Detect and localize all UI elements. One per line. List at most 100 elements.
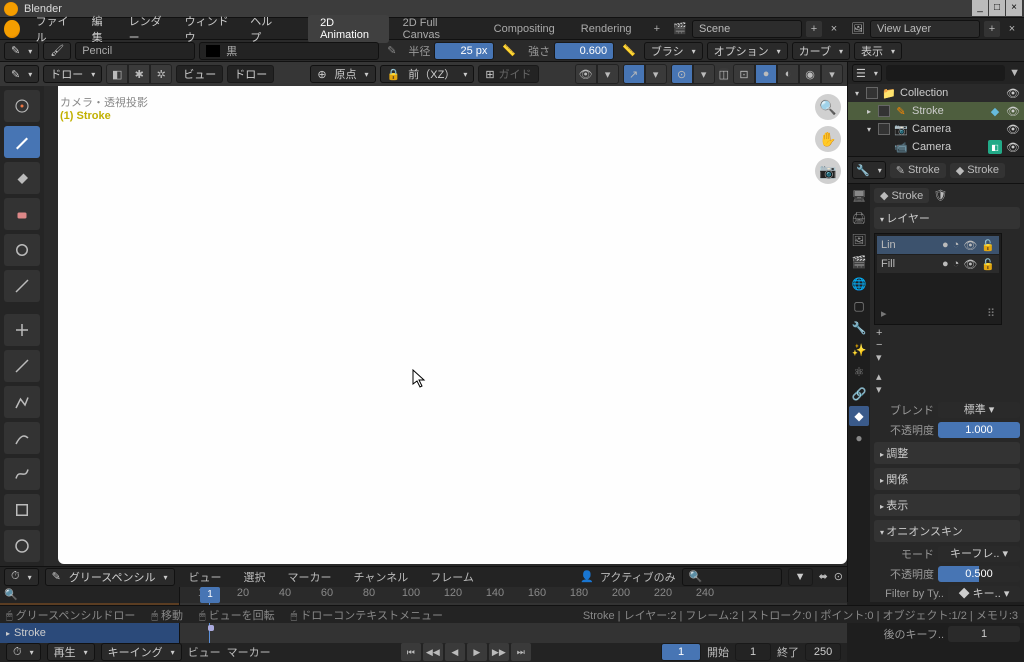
tl-channel-menu[interactable]: チャンネル xyxy=(346,569,417,585)
shading-solid-button[interactable]: ● xyxy=(755,64,777,84)
end-frame-field[interactable]: 250 xyxy=(805,643,841,661)
tl-select-menu[interactable]: 選択 xyxy=(236,569,274,585)
mode-selector[interactable]: ✎ xyxy=(4,42,39,60)
pressure-radius-icon[interactable]: 📏 xyxy=(502,44,516,57)
menu-file[interactable]: ファイル xyxy=(28,13,82,45)
layer-play-icon[interactable]: ▸ xyxy=(881,307,887,320)
tl-proportional-icon[interactable]: ⊙ xyxy=(834,570,843,583)
gp-mode-selector[interactable]: ✎グリースペンシル xyxy=(45,568,175,586)
onion-filter-value[interactable]: ◆ キー.. ▾ xyxy=(948,586,1020,602)
tab-world[interactable]: 🌐 xyxy=(849,274,869,294)
mask-icon[interactable]: ● xyxy=(942,258,949,271)
outliner-item-camera-data[interactable]: 📹 Camera ◧ 👁 xyxy=(848,138,1024,156)
onion-icon[interactable]: ◔ xyxy=(953,258,960,271)
tab-scene[interactable]: 🎬 xyxy=(849,252,869,272)
camera-gizmo[interactable]: 📷 xyxy=(815,158,841,184)
breadcrumb-data[interactable]: ◆Stroke xyxy=(950,163,1005,178)
menu-render[interactable]: レンダー xyxy=(121,13,175,45)
outliner-item-stroke[interactable]: ▸ ✎ Stroke ◆ 👁 xyxy=(848,102,1024,120)
hide-icon[interactable]: 👁 xyxy=(963,239,977,252)
add-workspace-button[interactable]: + xyxy=(646,23,668,35)
display-panel[interactable]: 表示 xyxy=(874,494,1020,516)
close-button[interactable]: × xyxy=(1006,0,1022,16)
adjust-panel[interactable]: 調整 xyxy=(874,442,1020,464)
view-menu[interactable]: ビュー xyxy=(176,65,223,83)
play-reverse-button[interactable]: ◀ xyxy=(445,643,465,661)
viewlayer-delete-button[interactable]: × xyxy=(1004,21,1020,37)
show-dropdown[interactable]: 表示 xyxy=(854,42,902,60)
tab-data[interactable]: ◆ xyxy=(849,406,869,426)
item-checkbox[interactable] xyxy=(878,105,890,117)
hide-icon[interactable]: 👁 xyxy=(963,258,977,271)
brush-preset[interactable]: 🖌 xyxy=(43,42,71,60)
draw-mode-menu[interactable]: ドロー xyxy=(43,65,102,83)
color-field[interactable]: 黒 xyxy=(199,42,379,60)
tab-output[interactable]: 🖨 xyxy=(849,208,869,228)
onion-after-value[interactable]: 1 xyxy=(948,626,1020,642)
stroke-channel[interactable]: Stroke xyxy=(0,623,179,643)
guide-toggle[interactable]: ⊞ガイド xyxy=(478,65,538,83)
layer-mode-3-button[interactable]: ✲ xyxy=(150,64,172,84)
tl-filter-button[interactable]: ▼ xyxy=(788,568,813,586)
tab-physics[interactable]: ⚛ xyxy=(849,362,869,382)
tl-marker2-menu[interactable]: マーカー xyxy=(227,644,271,660)
play-button[interactable]: ▶ xyxy=(467,643,487,661)
scene-selector[interactable]: Scene xyxy=(692,20,802,38)
blender-logo-icon[interactable] xyxy=(4,20,20,38)
curve-tool[interactable] xyxy=(4,458,40,490)
shading-wireframe-button[interactable]: ⊡ xyxy=(733,64,755,84)
layer-menu-button[interactable]: ▾ xyxy=(876,351,1000,364)
lock-icon[interactable]: 🔓 xyxy=(981,239,995,252)
tl-frame-menu[interactable]: フレーム xyxy=(422,569,482,585)
onion-icon[interactable]: ◔ xyxy=(953,239,960,252)
playback-menu[interactable]: 再生 xyxy=(47,643,95,661)
timeline-type-selector[interactable]: ⏱ xyxy=(4,568,39,586)
overlay-caret[interactable]: ▾ xyxy=(693,64,715,84)
origin-selector[interactable]: ⊕原点 xyxy=(310,65,375,83)
tl-marker-menu[interactable]: マーカー xyxy=(280,569,340,585)
cutter-tool[interactable] xyxy=(4,270,40,302)
overlay-toggle-button[interactable]: ⊙ xyxy=(671,64,693,84)
viewlayer-selector[interactable]: View Layer xyxy=(870,20,980,38)
outliner-type[interactable]: ☰ xyxy=(852,64,882,82)
active-only-icon[interactable]: 👤 xyxy=(580,570,594,583)
data-name-field[interactable]: ◆Stroke xyxy=(874,188,929,203)
layer-up-button[interactable]: ▴ xyxy=(876,370,1000,383)
mask-icon[interactable]: ● xyxy=(942,239,949,252)
tl-view-menu[interactable]: ビュー xyxy=(181,569,230,585)
circle-tool[interactable] xyxy=(4,530,40,562)
item-checkbox[interactable] xyxy=(878,123,890,135)
jump-end-button[interactable]: ⏭ xyxy=(511,643,531,661)
tl-search[interactable]: 🔍 xyxy=(682,568,782,586)
plane-selector[interactable]: 🔒前（XZ） xyxy=(380,65,475,83)
start-frame-field[interactable]: 1 xyxy=(735,643,771,661)
layer-mode-1-button[interactable]: ◧ xyxy=(106,64,128,84)
pressure-strength-icon[interactable]: 📏 xyxy=(622,44,636,57)
menu-window[interactable]: ウィンドウ xyxy=(177,13,241,45)
selectability-button[interactable]: 👁 xyxy=(575,64,597,84)
gizmo-toggle-button[interactable]: ↗ xyxy=(623,64,645,84)
editor-type-selector[interactable]: ✎ xyxy=(4,65,39,83)
arc-tool[interactable] xyxy=(4,422,40,454)
outliner-filter-button[interactable]: ▼ xyxy=(1009,67,1020,79)
onion-panel[interactable]: オニオンスキン xyxy=(874,520,1020,542)
selectability-caret[interactable]: ▾ xyxy=(597,64,619,84)
curve-dropdown[interactable]: カーブ xyxy=(792,42,850,60)
brush-dropdown[interactable]: ブラシ xyxy=(644,42,703,60)
keyframe-icon[interactable] xyxy=(208,625,214,631)
collection-checkbox[interactable] xyxy=(866,87,878,99)
lock-icon[interactable]: 🔓 xyxy=(981,258,995,271)
gizmo-caret[interactable]: ▾ xyxy=(645,64,667,84)
workspace-tab-2d-full-canvas[interactable]: 2D Full Canvas xyxy=(391,15,480,43)
relation-panel[interactable]: 関係 xyxy=(874,468,1020,490)
maximize-button[interactable]: □ xyxy=(989,0,1005,16)
visibility-icon[interactable]: 👁 xyxy=(1006,87,1020,100)
scene-new-button[interactable]: + xyxy=(806,21,822,37)
pan-gizmo[interactable]: ✋ xyxy=(815,126,841,152)
viewlayer-new-button[interactable]: + xyxy=(984,21,1000,37)
layer-add-button[interactable]: + xyxy=(876,327,1000,339)
tab-object[interactable]: ▢ xyxy=(849,296,869,316)
shading-matprev-button[interactable]: ◐ xyxy=(777,64,799,84)
visibility-icon[interactable]: 👁 xyxy=(1006,123,1020,136)
xray-button[interactable]: ◫ xyxy=(719,68,729,81)
